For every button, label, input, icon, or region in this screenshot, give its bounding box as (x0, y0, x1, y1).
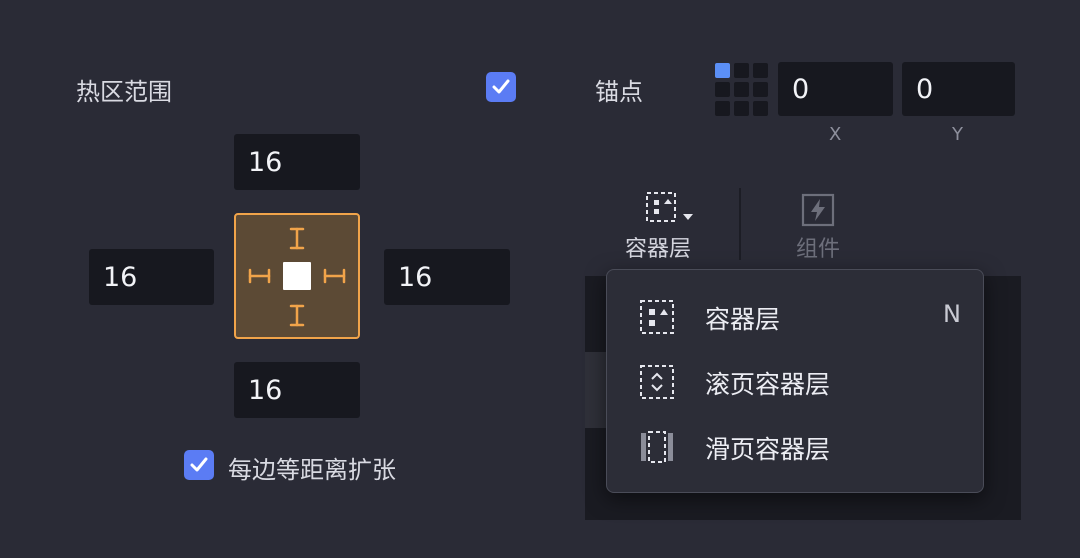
checkmark-icon (190, 457, 208, 472)
anchor-y-label: Y (952, 124, 963, 145)
equal-expand-label: 每边等距离扩张 (228, 456, 396, 484)
layer-type-dropdown: 容器层 N 滚页容器层 滑页容器层 (606, 269, 984, 493)
anchor-cell-bottom-center[interactable] (734, 101, 749, 116)
component-icon (801, 193, 835, 227)
anchor-cell-middle-right[interactable] (753, 82, 768, 97)
container-layer-button[interactable]: 容器层 (612, 188, 708, 263)
anchor-x-label: X (829, 124, 842, 145)
toolbar-divider (739, 188, 741, 260)
checkmark-icon (492, 79, 510, 94)
menu-item-shortcut: N (943, 300, 961, 328)
container-layer-label: 容器层 (625, 237, 692, 262)
menu-item-label: 容器层 (705, 305, 781, 334)
expand-arrows-icon (248, 227, 346, 327)
component-label: 组件 (796, 237, 841, 262)
component-button[interactable]: 组件 (780, 188, 858, 263)
slide-container-icon (641, 431, 673, 463)
anchor-cell-top-left[interactable] (715, 63, 730, 78)
anchor-cell-center[interactable] (734, 82, 749, 97)
hotzone-right-input[interactable]: 16 (384, 249, 510, 305)
canvas-panel-tab (585, 352, 607, 428)
menu-item-container-layer[interactable]: 容器层 N (607, 286, 983, 346)
container-layer-icon (646, 192, 693, 222)
anchor-y-input[interactable]: 0 (902, 62, 1015, 116)
anchor-cell-bottom-left[interactable] (715, 101, 730, 116)
anchor-cell-middle-left[interactable] (715, 82, 730, 97)
menu-item-label: 滚页容器层 (705, 370, 831, 399)
hotzone-checkbox[interactable] (486, 72, 516, 102)
menu-item-label: 滑页容器层 (705, 435, 831, 464)
menu-item-slide-container-layer[interactable]: 滑页容器层 (607, 416, 983, 476)
anchor-x-input[interactable]: 0 (778, 62, 893, 116)
anchor-cell-top-center[interactable] (734, 63, 749, 78)
anchor-label: 锚点 (595, 78, 643, 106)
menu-item-scroll-container-layer[interactable]: 滚页容器层 (607, 351, 983, 411)
hotzone-top-input[interactable]: 16 (234, 134, 360, 190)
hotzone-left-input[interactable]: 16 (89, 249, 214, 305)
anchor-grid[interactable] (715, 63, 769, 117)
anchor-cell-top-right[interactable] (753, 63, 768, 78)
hotzone-preview (234, 213, 360, 339)
hotzone-label: 热区范围 (76, 78, 172, 106)
scroll-container-icon (640, 365, 674, 399)
hotzone-bottom-input[interactable]: 16 (234, 362, 360, 418)
equal-expand-checkbox[interactable] (184, 450, 214, 480)
container-layer-icon (640, 300, 674, 334)
anchor-cell-bottom-right[interactable] (753, 101, 768, 116)
